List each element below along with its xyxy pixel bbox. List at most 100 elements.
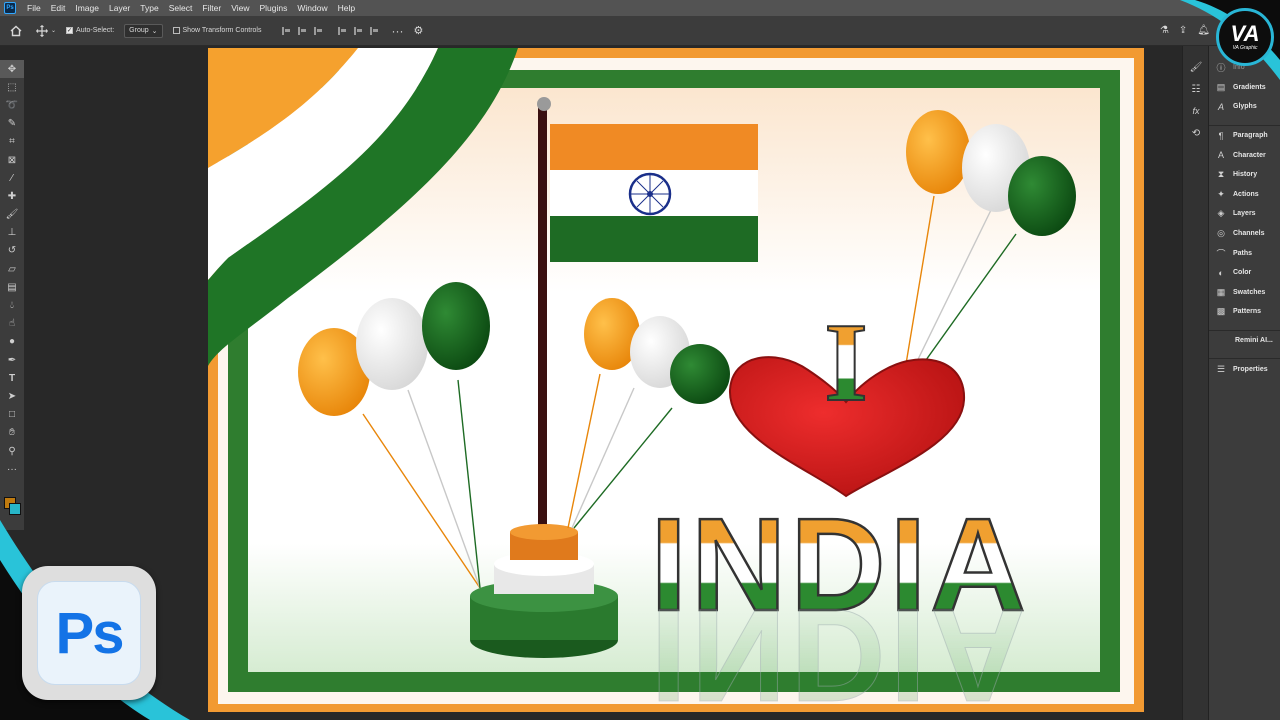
- layers-icon: ◈: [1217, 208, 1225, 219]
- home-icon[interactable]: [10, 25, 22, 37]
- align-left-icon[interactable]: [281, 26, 290, 35]
- history-states-icon[interactable]: ⟲: [1183, 122, 1209, 144]
- paths-icon: ⌒: [1216, 248, 1226, 259]
- align-bottom-icon[interactable]: [369, 26, 378, 35]
- panel-patterns[interactable]: ▩ Patterns: [1209, 302, 1280, 322]
- blur-tool-icon[interactable]: 💧︎: [0, 296, 24, 314]
- align-right-icon[interactable]: [313, 26, 322, 35]
- align-top-icon[interactable]: [337, 26, 346, 35]
- panel-paragraph[interactable]: ¶ Paragraph: [1209, 126, 1280, 146]
- marquee-tool-icon[interactable]: ⬚: [0, 78, 24, 96]
- rectangle-tool-icon[interactable]: □: [0, 406, 24, 424]
- panel-channels[interactable]: ◎ Channels: [1209, 224, 1280, 244]
- clone-stamp-tool-icon[interactable]: ⊥: [0, 224, 24, 242]
- move-tool-icon[interactable]: ✥: [0, 60, 24, 79]
- dodge-tool-icon[interactable]: ●: [0, 333, 24, 351]
- panel-actions[interactable]: ✦ Actions: [1209, 185, 1280, 205]
- panel-history-label: History: [1233, 171, 1258, 179]
- photoshop-logo-badge: Ps: [22, 566, 156, 700]
- type-tool-icon[interactable]: T: [0, 369, 24, 387]
- panel-dock: ⓘ Info ▤ Gradients A Glyphs ¶ Paragraph A Cha…: [1208, 46, 1280, 720]
- pen-tool-icon[interactable]: ✒: [0, 351, 24, 369]
- auto-select-checkbox[interactable]: ✓ Auto-Select:: [66, 27, 114, 34]
- healing-brush-tool-icon[interactable]: ✚: [0, 187, 24, 205]
- gradient-tool-icon[interactable]: ▤: [0, 278, 24, 296]
- menu-file[interactable]: File: [22, 3, 46, 13]
- info-icon: ⓘ: [1216, 63, 1226, 74]
- group-value: Group: [129, 27, 149, 34]
- menu-window[interactable]: Window: [292, 3, 332, 13]
- frame-tool-icon[interactable]: ⊠: [0, 151, 24, 169]
- bell-icon[interactable]: 🔔︎: [1197, 25, 1210, 36]
- quick-select-tool-icon[interactable]: ✎: [0, 115, 24, 133]
- panel-icon-strip: 🖌︎ ☷ fx ⟲: [1182, 46, 1208, 720]
- panel-character[interactable]: A Character: [1209, 145, 1280, 165]
- auto-select-target-dropdown[interactable]: Group ⌄: [124, 23, 163, 38]
- panel-glyphs[interactable]: A Glyphs: [1209, 97, 1280, 117]
- background-color-swatch[interactable]: [9, 503, 21, 515]
- share-icon[interactable]: ⇪: [1179, 25, 1187, 36]
- panel-gradients[interactable]: ▤ Gradients: [1209, 78, 1280, 98]
- menu-filter[interactable]: Filter: [197, 3, 226, 13]
- align-center-icon[interactable]: [297, 26, 306, 35]
- menu-select[interactable]: Select: [164, 3, 198, 13]
- smudge-tool-icon[interactable]: ☝︎: [0, 315, 24, 333]
- panel-remini-ai-label: Remini AI...: [1235, 337, 1273, 345]
- hand-tool-icon[interactable]: ✋︎: [0, 424, 24, 442]
- photoshop-logo-text: Ps: [55, 600, 125, 666]
- actions-icon: ✦: [1217, 188, 1225, 199]
- lasso-tool-icon[interactable]: ➰: [0, 96, 24, 114]
- beaker-icon[interactable]: ⚗: [1160, 25, 1169, 36]
- panel-history[interactable]: ⧗ History: [1209, 165, 1280, 185]
- word-india-reflection: INDIA: [650, 582, 1029, 712]
- panel-glyphs-label: Glyphs: [1233, 103, 1257, 111]
- paragraph-icon: ¶: [1218, 130, 1224, 141]
- panel-gradients-label: Gradients: [1233, 83, 1266, 91]
- show-transform-controls-checkbox[interactable]: Show Transform Controls: [172, 27, 262, 34]
- panel-layers[interactable]: ◈ Layers: [1209, 204, 1280, 224]
- more-tools-icon[interactable]: ···: [0, 460, 24, 478]
- panel-paths[interactable]: ⌒ Paths: [1209, 243, 1280, 263]
- panel-character-label: Character: [1233, 151, 1266, 159]
- show-transform-label: Show Transform Controls: [182, 27, 262, 34]
- history-brush-tool-icon[interactable]: ↺: [0, 242, 24, 260]
- patterns-icon: ▩: [1216, 306, 1226, 317]
- character-icon: A: [1217, 150, 1224, 161]
- gear-icon[interactable]: ⚙: [414, 24, 424, 37]
- brush-settings-icon[interactable]: 🖌︎: [1183, 56, 1209, 78]
- crop-tool-icon[interactable]: ⌗: [0, 133, 24, 151]
- eyedropper-tool-icon[interactable]: ⁄: [0, 169, 24, 187]
- path-select-tool-icon[interactable]: ➤: [0, 387, 24, 405]
- menu-plugins[interactable]: Plugins: [254, 3, 292, 13]
- document-canvas[interactable]: I INDIA INDIA: [208, 48, 1144, 720]
- gradients-icon: ▤: [1216, 81, 1226, 92]
- more-options-icon[interactable]: ···: [392, 24, 404, 38]
- panel-divider: [1209, 322, 1280, 331]
- panel-paths-label: Paths: [1233, 249, 1253, 257]
- panel-divider: [1209, 350, 1280, 360]
- panel-remini-ai[interactable]: Remini AI...: [1209, 331, 1280, 351]
- move-tool-preset-icon[interactable]: ⌄: [36, 24, 56, 37]
- menu-type[interactable]: Type: [135, 3, 163, 13]
- menu-view[interactable]: View: [226, 3, 254, 13]
- panel-properties[interactable]: ☰ Properties: [1209, 359, 1280, 379]
- menu-image[interactable]: Image: [70, 3, 104, 13]
- menu-edit[interactable]: Edit: [46, 3, 71, 13]
- panel-channels-label: Channels: [1233, 230, 1265, 238]
- brush-tool-icon[interactable]: 🖌︎: [0, 206, 24, 224]
- fx-icon[interactable]: fx: [1183, 100, 1209, 122]
- auto-select-label: Auto-Select:: [76, 27, 115, 34]
- panel-color[interactable]: ◐ Color: [1209, 263, 1280, 283]
- menu-help[interactable]: Help: [333, 3, 360, 13]
- zoom-tool-icon[interactable]: ⚲: [0, 442, 24, 460]
- channel-logo-text: VA: [1230, 21, 1260, 46]
- eraser-tool-icon[interactable]: ▱: [0, 260, 24, 278]
- panel-paragraph-label: Paragraph: [1233, 132, 1268, 140]
- panel-swatches[interactable]: ▦ Swatches: [1209, 283, 1280, 303]
- adjustments-icon[interactable]: ☷: [1183, 78, 1209, 100]
- align-middle-icon[interactable]: [353, 26, 362, 35]
- panel-properties-label: Properties: [1233, 365, 1268, 373]
- menu-layer[interactable]: Layer: [104, 3, 135, 13]
- channel-logo-subtext: VA Graphic: [1232, 45, 1258, 51]
- photoshop-app-icon[interactable]: Ps: [4, 2, 16, 14]
